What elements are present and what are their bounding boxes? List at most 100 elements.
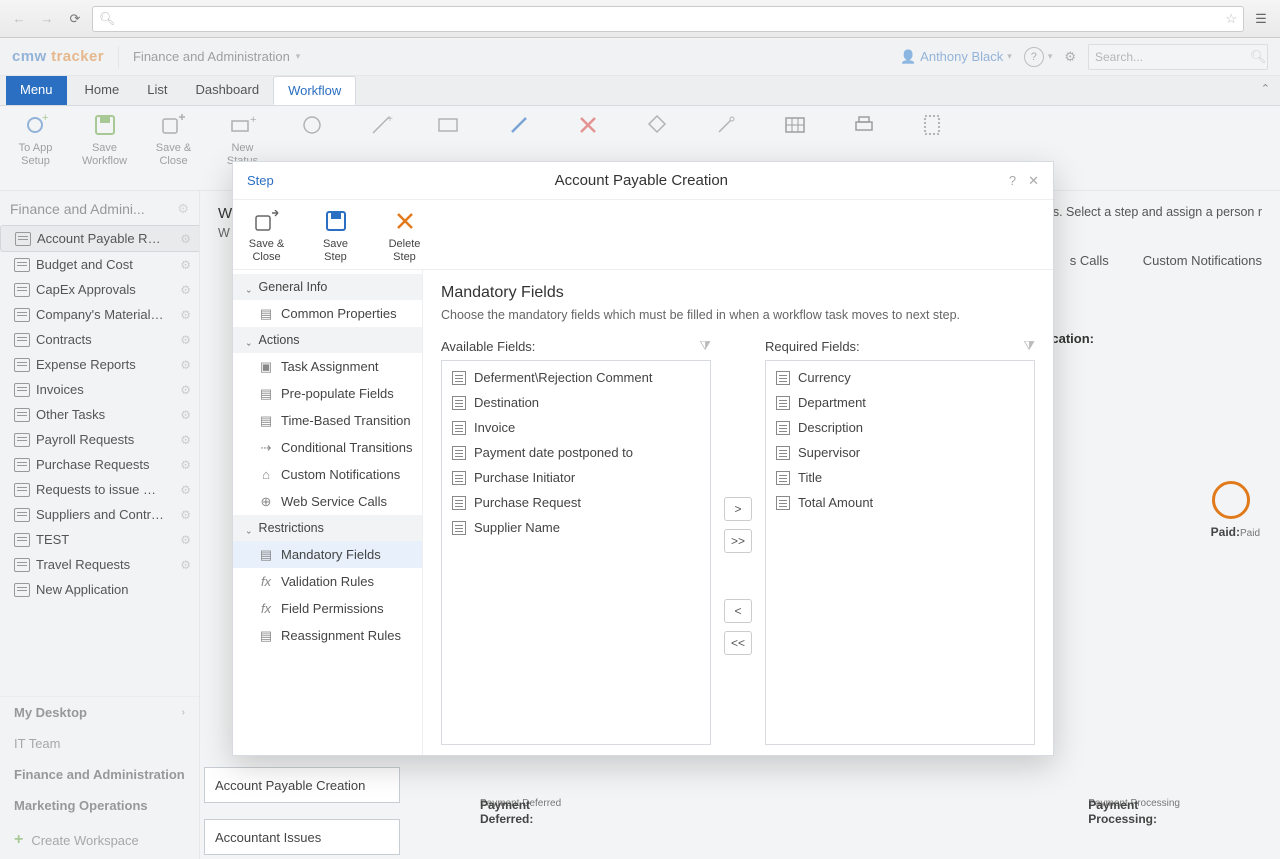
field-icon <box>776 446 790 460</box>
gear-icon[interactable]: ⚙ <box>180 508 191 522</box>
required-list[interactable]: Currency Department Description Supervis… <box>765 360 1035 745</box>
move-right-button[interactable]: > <box>724 497 752 521</box>
modal-nav-item[interactable]: ⊕Web Service Calls <box>233 488 422 515</box>
sidebar-item[interactable]: Suppliers and Contrac...⚙ <box>0 502 199 527</box>
tab-dashboard[interactable]: Dashboard <box>181 76 273 105</box>
sidebar-item[interactable]: Invoices⚙ <box>0 377 199 402</box>
required-icon: ▤ <box>259 548 273 562</box>
field-icon <box>776 496 790 510</box>
gear-icon[interactable]: ⚙ <box>180 333 191 347</box>
modal-nav-group[interactable]: General Info <box>233 274 422 300</box>
modal-nav-item[interactable]: fxField Permissions <box>233 595 422 622</box>
sidebar-item[interactable]: Other Tasks⚙ <box>0 402 199 427</box>
modal-nav-group[interactable]: Actions <box>233 327 422 353</box>
reload-button[interactable]: ⟳ <box>64 8 86 30</box>
gear-icon[interactable]: ⚙ <box>180 458 191 472</box>
gear-icon[interactable]: ⚙ <box>180 533 191 547</box>
field-item[interactable]: Supervisor <box>766 440 1034 465</box>
modal-nav-item[interactable]: ▤Time-Based Transition <box>233 407 422 434</box>
tab-list[interactable]: List <box>133 76 181 105</box>
sidebar-item[interactable]: CapEx Approvals⚙ <box>0 277 199 302</box>
app-icon <box>14 483 30 497</box>
field-item[interactable]: Department <box>766 390 1034 415</box>
modal-nav-item[interactable]: ⇢Conditional Transitions <box>233 434 422 461</box>
modal-nav-item[interactable]: ▤Reassignment Rules <box>233 622 422 649</box>
workflow-step-box[interactable]: Account Payable Creation <box>204 767 400 803</box>
sidebar-item[interactable]: Expense Reports⚙ <box>0 352 199 377</box>
modal-nav-item[interactable]: ▤Pre-populate Fields <box>233 380 422 407</box>
gear-icon[interactable]: ⚙ <box>180 383 191 397</box>
dual-list-picker: Available Fields:⧩ Deferment\Rejection C… <box>441 338 1035 745</box>
tab-home[interactable]: Home <box>71 76 134 105</box>
sidebar-item[interactable]: Budget and Cost⚙ <box>0 252 199 277</box>
gear-icon[interactable]: ⚙ <box>180 558 191 572</box>
app-icon <box>14 408 30 422</box>
modal-nav-item-mandatory-fields[interactable]: ▤Mandatory Fields <box>233 541 422 568</box>
available-list[interactable]: Deferment\Rejection Comment Destination … <box>441 360 711 745</box>
tab-link[interactable]: s Calls <box>1070 253 1109 268</box>
address-bar[interactable]: 🔍︎ ☆ <box>92 6 1244 32</box>
search-glass-icon: 🔍︎ <box>99 11 116 27</box>
tab-link[interactable]: Custom Notifications <box>1143 253 1262 268</box>
field-item[interactable]: Supplier Name <box>442 515 710 540</box>
move-left-button[interactable]: < <box>724 599 752 623</box>
field-item[interactable]: Total Amount <box>766 490 1034 515</box>
sidebar-item[interactable]: Company's Material A...⚙ <box>0 302 199 327</box>
filter-icon[interactable]: ⧩ <box>699 338 711 354</box>
move-all-right-button[interactable]: >> <box>724 529 752 553</box>
gear-icon[interactable]: ⚙ <box>180 308 191 322</box>
gear-icon[interactable]: ⚙ <box>180 433 191 447</box>
modal-help-icon[interactable]: ? <box>1009 173 1016 189</box>
modal-nav-item[interactable]: ▤Common Properties <box>233 300 422 327</box>
field-item[interactable]: Payment date postponed to <box>442 440 710 465</box>
browser-menu-icon[interactable]: ☰ <box>1250 8 1272 30</box>
sidebar-item[interactable]: New Application <box>0 577 199 602</box>
field-item[interactable]: Currency <box>766 365 1034 390</box>
field-item[interactable]: Destination <box>442 390 710 415</box>
page-right-tabs: s Calls Custom Notifications <box>1070 253 1262 268</box>
sidebar-item[interactable]: Purchase Requests⚙ <box>0 452 199 477</box>
modal-ribbon-save-close[interactable]: Save &Close <box>239 208 294 263</box>
workflow-step-box[interactable]: Accountant Issues <box>204 819 400 855</box>
sidebar-item[interactable]: Contracts⚙ <box>0 327 199 352</box>
workflow-label-deferred: Payment Deferred: Payment Deferred <box>480 798 561 809</box>
filter-icon[interactable]: ⧩ <box>1023 338 1035 354</box>
move-all-left-button[interactable]: << <box>724 631 752 655</box>
modal-nav-group[interactable]: Restrictions <box>233 515 422 541</box>
tab-menu[interactable]: Menu <box>6 76 67 105</box>
gear-icon[interactable]: ⚙ <box>180 408 191 422</box>
field-item[interactable]: Purchase Request <box>442 490 710 515</box>
available-column: Available Fields:⧩ Deferment\Rejection C… <box>441 338 711 745</box>
modal-nav-item[interactable]: ▣Task Assignment <box>233 353 422 380</box>
field-item[interactable]: Title <box>766 465 1034 490</box>
modal-nav-item[interactable]: fxValidation Rules <box>233 568 422 595</box>
gear-icon[interactable]: ⚙ <box>180 358 191 372</box>
required-column: Required Fields:⧩ Currency Department De… <box>765 338 1035 745</box>
forward-button[interactable]: → <box>36 8 58 30</box>
sidebar-item[interactable]: TEST⚙ <box>0 527 199 552</box>
sidebar-item[interactable]: Travel Requests⚙ <box>0 552 199 577</box>
back-button[interactable]: ← <box>8 8 30 30</box>
workflow-node-paid[interactable] <box>1212 481 1250 519</box>
gear-icon[interactable]: ⚙ <box>180 283 191 297</box>
field-item[interactable]: Description <box>766 415 1034 440</box>
ribbon-grid-icon <box>767 112 822 138</box>
sidebar-item[interactable]: Payroll Requests⚙ <box>0 427 199 452</box>
tab-workflow[interactable]: Workflow <box>273 76 356 105</box>
field-item[interactable]: Invoice <box>442 415 710 440</box>
gear-icon[interactable]: ⚙ <box>180 483 191 497</box>
tabs-collapse-icon[interactable]: ⌃ <box>1261 82 1270 95</box>
gear-icon[interactable]: ⚙ <box>180 258 191 272</box>
field-item[interactable]: Purchase Initiator <box>442 465 710 490</box>
sidebar-item[interactable]: Requests to issue Mat...⚙ <box>0 477 199 502</box>
modal-close-icon[interactable]: ✕ <box>1028 173 1039 189</box>
modal-breadcrumb[interactable]: Step <box>247 173 274 188</box>
ribbon-placeholder-icon: + <box>353 112 408 138</box>
gear-icon[interactable]: ⚙ <box>180 232 191 246</box>
modal-ribbon-save-step[interactable]: SaveStep <box>308 208 363 263</box>
sidebar-item[interactable]: Account Payable Requ...⚙ <box>0 225 199 252</box>
modal-ribbon-delete-step[interactable]: DeleteStep <box>377 208 432 263</box>
modal-nav-item[interactable]: ⌂Custom Notifications <box>233 461 422 488</box>
field-item[interactable]: Deferment\Rejection Comment <box>442 365 710 390</box>
bookmark-star-icon[interactable]: ☆ <box>1225 11 1237 27</box>
